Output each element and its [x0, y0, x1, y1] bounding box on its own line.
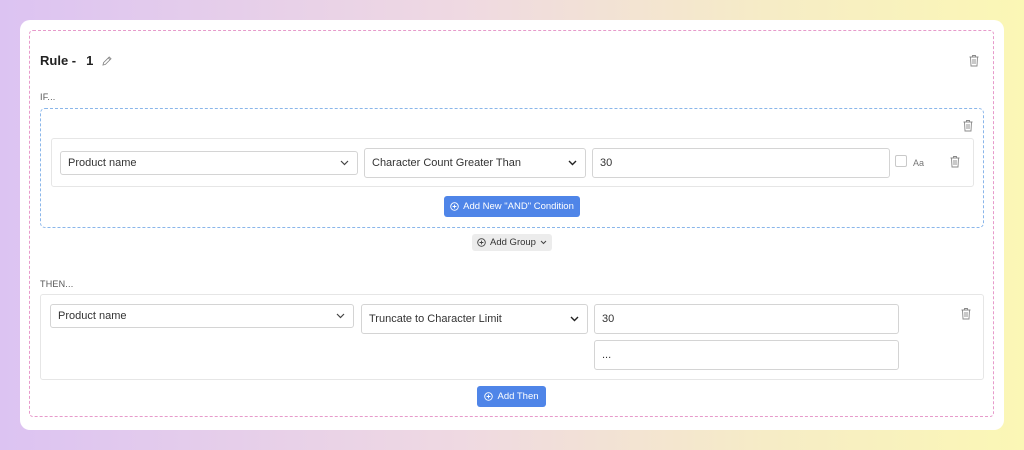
add-group-label: Add Group: [490, 237, 536, 248]
add-and-condition-button[interactable]: Add New "AND" Condition: [444, 196, 580, 217]
chevron-down-icon: [568, 160, 577, 166]
chevron-down-icon: [340, 160, 349, 166]
character-limit-input[interactable]: 30: [594, 304, 899, 334]
condition-row: Product name Character Count Greater Tha…: [51, 138, 974, 187]
then-field-value: Product name: [58, 310, 127, 322]
condition-field-select[interactable]: Product name: [60, 151, 358, 175]
truncate-suffix-value: ...: [602, 349, 612, 361]
chevron-down-icon: [540, 240, 547, 245]
then-operation-value: Truncate to Character Limit: [369, 313, 502, 325]
truncate-suffix-input[interactable]: ...: [594, 340, 899, 370]
pencil-icon[interactable]: [101, 55, 113, 67]
case-sensitive-label: Aa: [913, 158, 925, 168]
condition-operator-select[interactable]: Character Count Greater Than: [364, 148, 586, 178]
delete-condition-icon[interactable]: [949, 155, 961, 168]
rule-number: 1: [86, 53, 94, 68]
condition-group: Product name Character Count Greater Tha…: [40, 108, 984, 228]
add-then-label: Add Then: [497, 391, 539, 402]
add-group-button[interactable]: Add Group: [472, 234, 552, 251]
chevron-down-icon: [336, 313, 345, 319]
then-operation-select[interactable]: Truncate to Character Limit: [361, 304, 588, 334]
add-and-condition-label: Add New "AND" Condition: [463, 201, 574, 212]
condition-field-value: Product name: [68, 157, 137, 169]
condition-value-text: 30: [600, 157, 613, 169]
then-label: THEN...: [40, 279, 74, 289]
delete-action-icon[interactable]: [960, 307, 972, 320]
then-field-select[interactable]: Product name: [50, 304, 354, 328]
rule-title-prefix: Rule -: [40, 53, 77, 68]
chevron-down-icon: [570, 316, 579, 322]
case-sensitive-checkbox[interactable]: [895, 155, 907, 167]
condition-operator-value: Character Count Greater Than: [372, 157, 521, 169]
character-limit-value: 30: [602, 313, 615, 325]
rule-container: Rule - 1 IF... Product name Character Co…: [29, 30, 994, 417]
if-label: IF...: [40, 92, 56, 102]
plus-circle-icon: [450, 202, 459, 211]
rule-title: Rule - 1: [40, 53, 113, 68]
plus-circle-icon: [484, 392, 494, 401]
condition-value-input[interactable]: 30: [592, 148, 890, 178]
rule-card: Rule - 1 IF... Product name Character Co…: [20, 20, 1004, 430]
add-then-button[interactable]: Add Then: [477, 386, 546, 407]
then-action-row: Product name Truncate to Character Limit…: [40, 294, 984, 380]
delete-rule-icon[interactable]: [968, 54, 980, 67]
plus-circle-icon: [477, 238, 486, 247]
delete-group-icon[interactable]: [962, 119, 974, 132]
